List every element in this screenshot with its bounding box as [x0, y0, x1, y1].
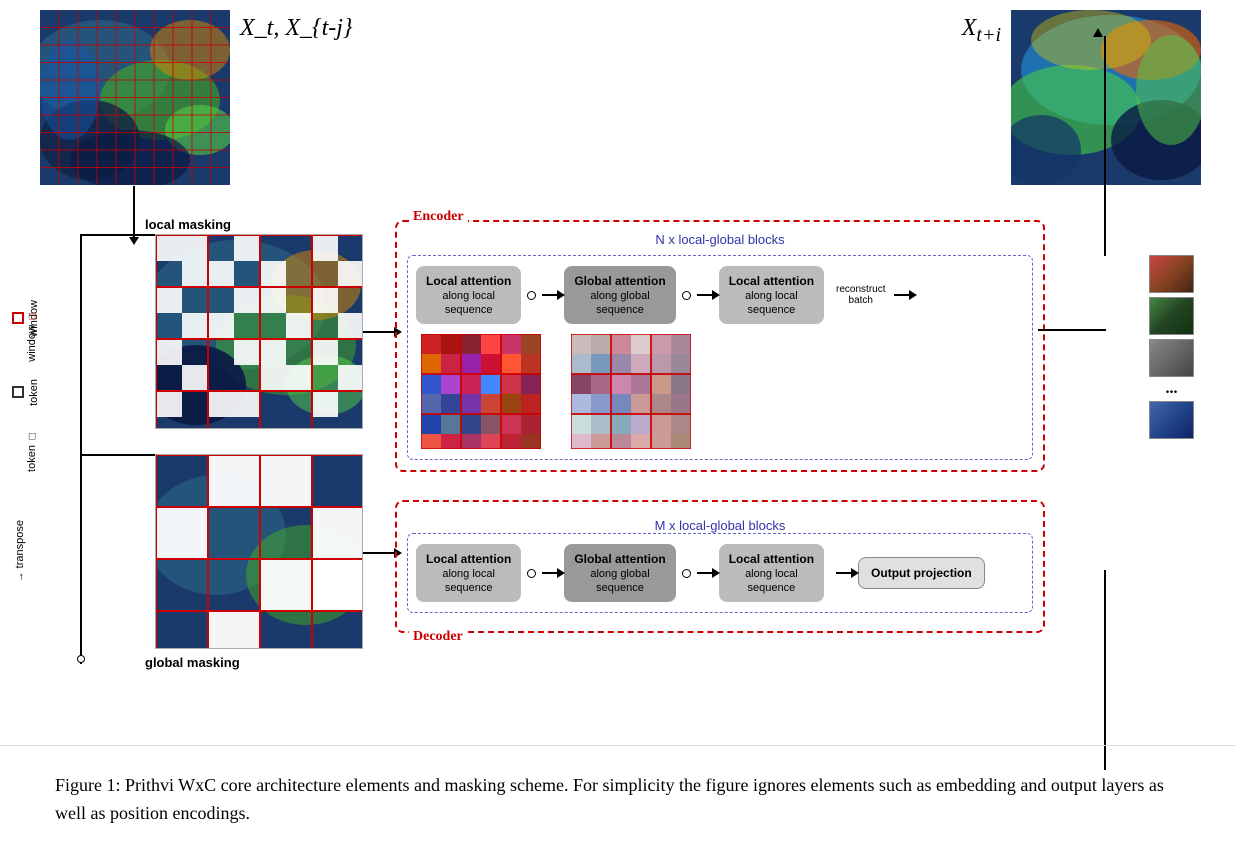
circle-conn-1: [527, 291, 536, 300]
figure-caption: Figure 1: Prithvi WxC core architecture …: [55, 772, 1181, 828]
local-attn-2-box: Local attention along localsequence: [719, 266, 824, 324]
global-masking-panel: [155, 454, 363, 649]
global-masking-label: global masking: [145, 655, 240, 670]
global-attn-sub: along globalsequence: [590, 290, 649, 316]
arrow-1-2: [542, 294, 558, 296]
legend-token-icon: [12, 386, 24, 398]
local-attn-2-sub: along localsequence: [745, 290, 798, 316]
horiz-line-to-global: [80, 454, 155, 456]
local-attn-d1-sub: along localsequence: [442, 568, 495, 594]
top-left-image: [40, 10, 230, 185]
transpose-rotated-label: → transpose: [14, 520, 26, 582]
encoder-label: Encoder: [409, 209, 468, 225]
arrow-2-3: [697, 294, 713, 296]
n-blocks-label: N x local-global blocks: [407, 232, 1033, 247]
main-container: X_t, X_{t-j} Xt+i local masking: [0, 0, 1236, 856]
local-attn-d2-sub: along localsequence: [745, 568, 798, 594]
decoder-attn-row: Local attention along localsequence Glob…: [416, 544, 1024, 602]
local-attn-d1-box: Local attention along localsequence: [416, 544, 521, 602]
stack-img-1: [1149, 255, 1194, 293]
m-blocks-label: M x local-global blocks: [407, 518, 1033, 533]
arrow-d1-2: [542, 572, 558, 574]
stack-dots: ...: [1166, 381, 1178, 397]
decoder-box: Decoder M x local-global blocks Local at…: [395, 500, 1045, 633]
caption-divider: [0, 745, 1236, 746]
circle-conn-d2: [682, 569, 691, 578]
heatmap-2: [571, 334, 691, 449]
arrow-to-encoder-upper: [363, 331, 395, 333]
window-rotated-label: window □: [26, 310, 38, 362]
arrow-to-decoder-lower: [363, 552, 395, 554]
arrow-d2-3: [697, 572, 713, 574]
encoder-inner-box: Local attention along localsequence Glob…: [407, 255, 1033, 460]
encoder-attn-row: Local attention along localsequence Glob…: [416, 266, 1024, 324]
global-attn-box: Global attention along globalsequence: [564, 266, 675, 324]
top-right-label: Xt+i: [962, 15, 1001, 47]
global-attn-d-sub: along globalsequence: [590, 568, 649, 594]
vert-line-masking: [80, 234, 82, 664]
circle-conn-2: [682, 291, 691, 300]
stack-img-4: [1149, 401, 1194, 439]
local-attn-d2-box: Local attention along localsequence: [719, 544, 824, 602]
circle-bottom-legend: [77, 655, 85, 663]
global-attn-d-box: Global attention along globalsequence: [564, 544, 675, 602]
decoder-inner-box: Local attention along localsequence Glob…: [407, 533, 1033, 613]
local-masking-panel: [155, 234, 363, 429]
top-right-image: [1011, 10, 1201, 185]
encoder-box: Encoder N x local-global blocks Local at…: [395, 220, 1045, 472]
legend-window-icon: [12, 312, 24, 324]
right-horiz-line: [1038, 329, 1106, 331]
stack-img-2: [1149, 297, 1194, 335]
reconstruct-label: reconstructbatch: [836, 284, 885, 306]
heatmaps-row: [421, 334, 1024, 449]
output-to-right-line: [1104, 570, 1106, 770]
stack-img-3: [1149, 339, 1194, 377]
token-rotated-label: token □: [26, 430, 38, 472]
arrow-to-output: [836, 572, 852, 574]
legend-token: token: [12, 379, 40, 406]
heatmap-1: [421, 334, 541, 449]
local-masking-label: local masking: [145, 217, 231, 232]
legend-token-label: token: [28, 379, 40, 406]
output-proj-box: Output projection: [858, 557, 985, 589]
circle-conn-d1: [527, 569, 536, 578]
stacked-images: ...: [1149, 255, 1194, 439]
arrow-to-stacked: [894, 294, 910, 296]
right-vert-line: [1104, 36, 1106, 256]
right-top-arrow: [1093, 28, 1103, 37]
top-left-label: X_t, X_{t-j}: [240, 15, 353, 42]
decoder-label: Decoder: [409, 629, 467, 645]
local-attn-1-sub: along localsequence: [442, 290, 495, 316]
local-attn-1-box: Local attention along localsequence: [416, 266, 521, 324]
arrow-down-from-topleft: [133, 186, 135, 238]
horiz-line-to-local: [80, 234, 155, 236]
